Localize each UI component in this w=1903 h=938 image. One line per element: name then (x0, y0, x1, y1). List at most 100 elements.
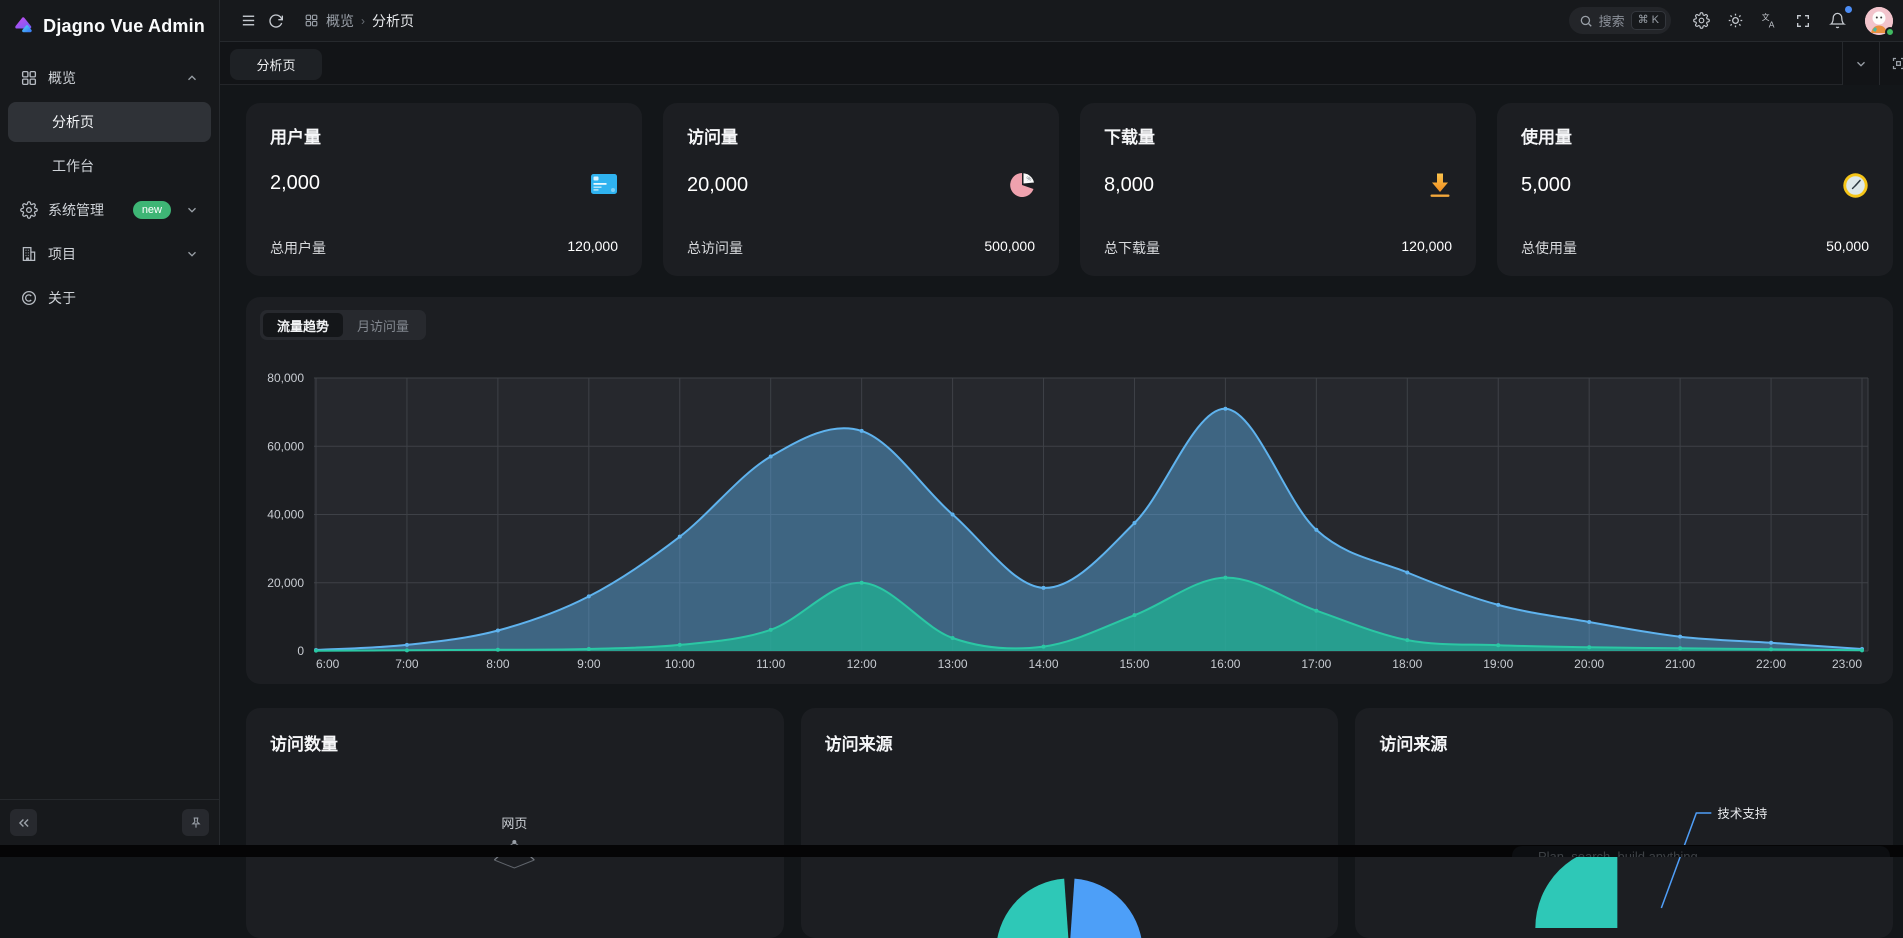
notification-dot (1845, 6, 1852, 13)
tab-label: 月访问量 (357, 316, 409, 335)
card-title: 访问来源 (1379, 730, 1869, 755)
maximize-icon (1891, 56, 1903, 71)
chevron-down-icon (1854, 57, 1868, 71)
breadcrumb: 概览 › 分析页 (304, 11, 414, 31)
building-icon (20, 245, 38, 263)
fullscreen-icon (1795, 13, 1811, 29)
traffic-trend-chart[interactable]: 020,00040,00060,00080,0006:007:008:009:0… (246, 297, 1893, 684)
search-input[interactable]: 搜索 ⌘ K (1569, 7, 1671, 34)
svg-text:0: 0 (297, 644, 304, 658)
theme-toggle-button[interactable] (1721, 7, 1749, 35)
app-header[interactable]: Djagno Vue Admin (0, 0, 219, 52)
svg-text:%: % (1027, 177, 1032, 183)
svg-text:8:00: 8:00 (486, 657, 510, 671)
svg-text:14:00: 14:00 (1029, 657, 1059, 671)
new-badge: new (133, 201, 171, 219)
online-status-dot (1885, 27, 1895, 37)
notifications-button[interactable] (1823, 7, 1851, 35)
pin-icon (189, 816, 203, 830)
pin-sidebar-button[interactable] (182, 809, 209, 836)
svg-text:17:00: 17:00 (1301, 657, 1331, 671)
grid-icon (304, 13, 319, 28)
svg-text:6:00: 6:00 (316, 657, 340, 671)
svg-text:7:00: 7:00 (395, 657, 419, 671)
refresh-icon (268, 13, 284, 29)
svg-text:22:00: 22:00 (1756, 657, 1786, 671)
search-icon (1579, 14, 1593, 28)
visit-source-pie-card: 访问来源 (801, 708, 1339, 938)
svg-text:16:00: 16:00 (1210, 657, 1240, 671)
stat-card-visits: 访问量 20,000 % 总访问量 500,000 (663, 103, 1059, 276)
stat-card-title: 使用量 (1521, 123, 1869, 148)
top-bar: 概览 › 分析页 搜索 ⌘ K 文 A (220, 0, 1903, 42)
translate-icon: 文 A (1761, 12, 1778, 29)
tab-traffic-trend[interactable]: 流量趋势 (263, 313, 343, 337)
traffic-trend-card: 流量趋势 月访问量 020,00040,00060,00080,0006:007… (246, 297, 1893, 684)
collapse-sidebar-button[interactable] (10, 809, 37, 836)
stat-card-value: 2,000 (270, 172, 320, 195)
tab-bar: 分析页 (220, 42, 1903, 85)
breadcrumb-root[interactable]: 概览 (326, 11, 354, 31)
language-button[interactable]: 文 A (1755, 7, 1783, 35)
copyright-icon (20, 289, 38, 307)
svg-text:60,000: 60,000 (267, 439, 304, 453)
tab-label: 分析页 (256, 55, 295, 74)
sidebar-menu: 概览 分析页 工作台 系统管理 new (0, 52, 219, 799)
settings-button[interactable] (1687, 7, 1715, 35)
stat-footer-value: 500,000 (984, 238, 1035, 258)
radar-axis-label: 网页 (501, 816, 527, 831)
stat-footer-label: 总使用量 (1521, 238, 1577, 258)
stat-card-title: 访问量 (687, 123, 1035, 148)
sidebar-item-label: 项目 (48, 244, 76, 264)
stat-card-value: 20,000 (687, 174, 748, 197)
tab-analytics[interactable]: 分析页 (230, 49, 322, 80)
sidebar-item-label: 工作台 (52, 156, 94, 176)
sidebar-item-overview[interactable]: 概览 (8, 58, 211, 98)
sidebar-item-workbench[interactable]: 工作台 (8, 146, 211, 186)
sidebar-item-about[interactable]: 关于 (8, 278, 211, 318)
svg-text:20,000: 20,000 (267, 576, 304, 590)
svg-text:40,000: 40,000 (267, 508, 304, 522)
stat-card-value: 8,000 (1104, 174, 1154, 197)
sidebar-item-analytics[interactable]: 分析页 (8, 102, 211, 142)
maximize-content-button[interactable] (1879, 42, 1903, 85)
toggle-menu-button[interactable] (234, 7, 262, 35)
app-title: Djagno Vue Admin (43, 16, 205, 37)
command-bar-overlay[interactable]: Plan, search, build anything (1512, 846, 1890, 857)
tab-list-dropdown-button[interactable] (1842, 42, 1879, 85)
svg-text:13:00: 13:00 (938, 657, 968, 671)
svg-text:23:00: 23:00 (1832, 657, 1862, 671)
stat-cards-row: 用户量 2,000 总用户量 120,000 访问量 20,000 % (246, 103, 1893, 276)
tab-label: 流量趋势 (277, 316, 329, 335)
credit-card-icon (590, 173, 618, 195)
svg-text:12:00: 12:00 (847, 657, 877, 671)
sidebar-item-label: 关于 (48, 288, 76, 308)
sidebar-item-label: 系统管理 (48, 200, 104, 220)
sun-icon (1727, 12, 1744, 29)
chevron-up-icon (185, 71, 199, 85)
visit-count-card: 访问数量 网页 (246, 708, 784, 938)
svg-text:11:00: 11:00 (756, 657, 785, 671)
sidebar-item-system[interactable]: 系统管理 new (8, 190, 211, 230)
chevron-down-icon (185, 247, 199, 261)
visit-source-rose-card: 访问来源 技术支持 (1355, 708, 1893, 938)
stat-card-users: 用户量 2,000 总用户量 120,000 (246, 103, 642, 276)
svg-text:18:00: 18:00 (1392, 657, 1422, 671)
app-logo-icon (14, 11, 33, 41)
chart-tab-switcher: 流量趋势 月访问量 (260, 310, 426, 340)
stat-card-title: 下载量 (1104, 123, 1452, 148)
stat-card-downloads: 下载量 8,000 总下载量 120,000 (1080, 103, 1476, 276)
pie-chart-icon: % (1009, 172, 1035, 198)
tab-monthly-visits[interactable]: 月访问量 (343, 313, 423, 337)
stat-footer-value: 120,000 (1401, 238, 1452, 258)
svg-text:20:00: 20:00 (1574, 657, 1604, 671)
bell-icon (1829, 12, 1846, 29)
sidebar-item-project[interactable]: 项目 (8, 234, 211, 274)
svg-text:15:00: 15:00 (1119, 657, 1149, 671)
sidebar-footer (0, 799, 219, 845)
grid-icon (20, 69, 38, 87)
search-shortcut: ⌘ K (1631, 11, 1666, 30)
user-avatar[interactable] (1865, 7, 1893, 35)
refresh-button[interactable] (262, 7, 290, 35)
fullscreen-button[interactable] (1789, 7, 1817, 35)
